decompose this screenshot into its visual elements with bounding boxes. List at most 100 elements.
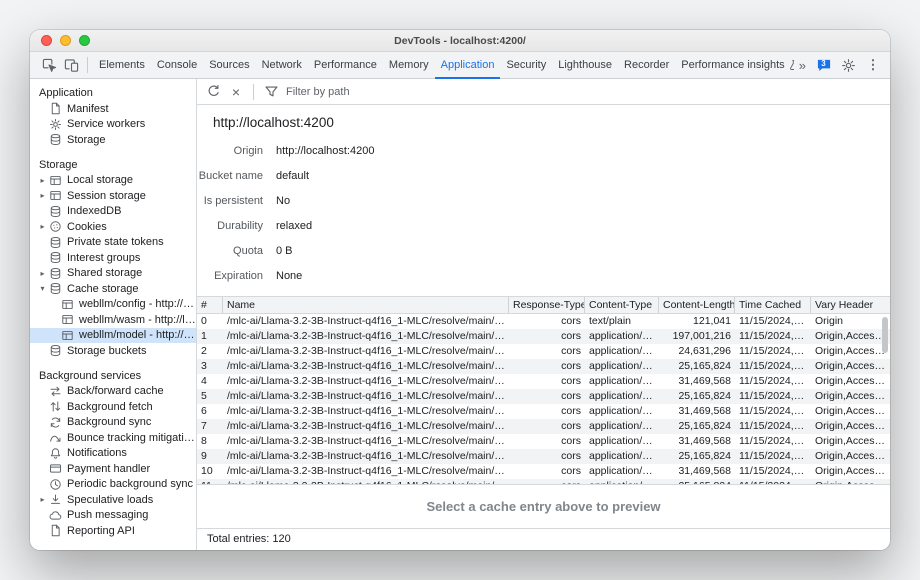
cache-entry-row[interactable]: 9/mlc-ai/Llama-3.2-3B-Instruct-q4f16_1-M… xyxy=(197,449,890,464)
tab-lighthouse[interactable]: Lighthouse xyxy=(552,52,618,79)
sidebar-item-periodic-background-sync[interactable]: Periodic background sync xyxy=(30,477,196,493)
chevron-right-icon[interactable]: ▸ xyxy=(37,495,48,504)
tab-security[interactable]: Security xyxy=(500,52,552,79)
cell-content-length: 24,631,296 xyxy=(659,344,735,359)
cell-vary-header: Origin xyxy=(811,314,890,329)
sidebar-item-speculative-loads[interactable]: ▸Speculative loads xyxy=(30,492,196,508)
sidebar-item-notifications[interactable]: Notifications xyxy=(30,446,196,462)
meta-label: Quota xyxy=(197,245,263,257)
cache-entry-row[interactable]: 7/mlc-ai/Llama-3.2-3B-Instruct-q4f16_1-M… xyxy=(197,419,890,434)
cache-entry-row[interactable]: 5/mlc-ai/Llama-3.2-3B-Instruct-q4f16_1-M… xyxy=(197,389,890,404)
cache-entry-row[interactable]: 6/mlc-ai/Llama-3.2-3B-Instruct-q4f16_1-M… xyxy=(197,404,890,419)
status-bar: Total entries: 120 xyxy=(197,528,890,550)
cell-content-type: application/oc… xyxy=(585,344,659,359)
sidebar-item-webllm-wasm[interactable]: webllm/wasm - http://loca… xyxy=(30,312,196,328)
cell-index: 6 xyxy=(197,404,223,419)
tab-elements[interactable]: Elements xyxy=(93,52,151,79)
column-header-name[interactable]: Name xyxy=(223,297,509,313)
sidebar-item-webllm-model[interactable]: webllm/model - http://loc… xyxy=(30,328,196,344)
issues-count-badge[interactable]: 3 xyxy=(816,58,832,73)
column-header-response-type[interactable]: Response-Type xyxy=(509,297,585,313)
cell-content-type: application/oc… xyxy=(585,449,659,464)
inspect-element-icon[interactable] xyxy=(38,54,60,76)
window-titlebar[interactable]: DevTools - localhost:4200/ xyxy=(30,30,890,52)
sidebar-item-webllm-config[interactable]: webllm/config - http://loc… xyxy=(30,297,196,313)
cell-index: 10 xyxy=(197,464,223,479)
cache-entry-row[interactable]: 8/mlc-ai/Llama-3.2-3B-Instruct-q4f16_1-M… xyxy=(197,434,890,449)
cache-entry-row[interactable]: 1/mlc-ai/Llama-3.2-3B-Instruct-q4f16_1-M… xyxy=(197,329,890,344)
sidebar-item-indexeddb[interactable]: IndexedDB xyxy=(30,204,196,220)
window-title: DevTools - localhost:4200/ xyxy=(30,30,890,52)
kebab-menu-icon[interactable]: ⋮ xyxy=(862,54,884,76)
cache-entry-row[interactable]: 11/mlc-ai/Llama-3.2-3B-Instruct-q4f16_1-… xyxy=(197,479,890,484)
sidebar-item-manifest[interactable]: Manifest xyxy=(30,101,196,117)
cache-entry-row[interactable]: 3/mlc-ai/Llama-3.2-3B-Instruct-q4f16_1-M… xyxy=(197,359,890,374)
sidebar-item-local-storage[interactable]: ▸Local storage xyxy=(30,173,196,189)
cell-name: /mlc-ai/Llama-3.2-3B-Instruct-q4f16_1-ML… xyxy=(223,479,509,484)
sidebar-item-background-sync[interactable]: Background sync xyxy=(30,415,196,431)
chevron-right-icon[interactable]: ▸ xyxy=(37,222,48,231)
refresh-button[interactable] xyxy=(202,81,224,103)
sidebar-item-private-state-tokens[interactable]: Private state tokens xyxy=(30,235,196,251)
cell-name: /mlc-ai/Llama-3.2-3B-Instruct-q4f16_1-ML… xyxy=(223,374,509,389)
tabbar-right-controls: » 3 ⋮ xyxy=(794,54,884,76)
inspect-cursor-icon xyxy=(42,58,57,73)
cache-entry-row[interactable]: 10/mlc-ai/Llama-3.2-3B-Instruct-q4f16_1-… xyxy=(197,464,890,479)
panel-tabs: ElementsConsoleSourcesNetworkPerformance… xyxy=(93,52,794,79)
chevron-down-icon[interactable]: ▾ xyxy=(37,284,48,293)
settings-gear-icon[interactable] xyxy=(837,54,859,76)
tab-recorder[interactable]: Recorder xyxy=(618,52,675,79)
filter-by-path-input[interactable] xyxy=(286,86,506,98)
cache-entry-row[interactable]: 2/mlc-ai/Llama-3.2-3B-Instruct-q4f16_1-M… xyxy=(197,344,890,359)
cell-time-cached: 11/15/2024, 10… xyxy=(735,449,811,464)
cell-content-type: application/oc… xyxy=(585,404,659,419)
chevron-right-icon[interactable]: ▸ xyxy=(37,269,48,278)
sidebar-item-push-messaging[interactable]: Push messaging xyxy=(30,508,196,524)
table-scrollbar-thumb[interactable] xyxy=(882,317,888,353)
cell-time-cached: 11/15/2024, 10… xyxy=(735,314,811,329)
column-header-time-cached[interactable]: Time Cached xyxy=(735,297,811,313)
refresh-icon xyxy=(206,84,221,99)
sidebar-item-reporting-api[interactable]: Reporting API xyxy=(30,523,196,539)
sidebar-item-session-storage[interactable]: ▸Session storage xyxy=(30,188,196,204)
tab-performance[interactable]: Performance xyxy=(308,52,383,79)
cell-content-type: application/oc… xyxy=(585,464,659,479)
cell-name: /mlc-ai/Llama-3.2-3B-Instruct-q4f16_1-ML… xyxy=(223,404,509,419)
cache-entry-row[interactable]: 4/mlc-ai/Llama-3.2-3B-Instruct-q4f16_1-M… xyxy=(197,374,890,389)
cache-entry-row[interactable]: 0/mlc-ai/Llama-3.2-3B-Instruct-q4f16_1-M… xyxy=(197,314,890,329)
sidebar-item-shared-storage[interactable]: ▸Shared storage xyxy=(30,266,196,282)
bounce-icon xyxy=(49,431,62,444)
cell-content-type: application/oc… xyxy=(585,389,659,404)
device-toolbar-icon[interactable] xyxy=(60,54,82,76)
sidebar-item-payment-handler[interactable]: Payment handler xyxy=(30,461,196,477)
table-header-row: #NameResponse-TypeContent-TypeContent-Le… xyxy=(197,297,890,314)
column-header-content-length[interactable]: Content-Length xyxy=(659,297,735,313)
sidebar-item-label: Notifications xyxy=(67,447,127,459)
toolbar-separator xyxy=(87,57,88,73)
sidebar-item-back-forward-cache[interactable]: Back/forward cache xyxy=(30,384,196,400)
tab-console[interactable]: Console xyxy=(151,52,203,79)
sidebar-item-storage[interactable]: Storage xyxy=(30,132,196,148)
sidebar-item-service-workers[interactable]: Service workers xyxy=(30,117,196,133)
tab-application[interactable]: Application xyxy=(435,52,501,79)
cell-name: /mlc-ai/Llama-3.2-3B-Instruct-q4f16_1-ML… xyxy=(223,389,509,404)
column-header-content-type[interactable]: Content-Type xyxy=(585,297,659,313)
sidebar-item-cache-storage[interactable]: ▾Cache storage xyxy=(30,281,196,297)
tab-network[interactable]: Network xyxy=(256,52,308,79)
chevron-right-icon[interactable]: ▸ xyxy=(37,191,48,200)
sidebar-item-interest-groups[interactable]: Interest groups xyxy=(30,250,196,266)
chevron-right-icon[interactable]: ▸ xyxy=(37,176,48,185)
sidebar-item-background-fetch[interactable]: Background fetch xyxy=(30,399,196,415)
column-header-vary-header[interactable]: Vary Header xyxy=(811,297,890,313)
delete-selected-button[interactable]: × xyxy=(225,81,247,103)
column-header-index[interactable]: # xyxy=(197,297,223,313)
sidebar-item-bounce-tracking-mitigations[interactable]: Bounce tracking mitigations xyxy=(30,430,196,446)
filter-button[interactable] xyxy=(260,81,282,103)
sidebar-item-storage-buckets[interactable]: Storage buckets xyxy=(30,343,196,359)
tab-memory[interactable]: Memory xyxy=(383,52,435,79)
tab-sources[interactable]: Sources xyxy=(203,52,255,79)
more-tabs-chevron-icon[interactable]: » xyxy=(794,58,811,73)
tab-performance-insights[interactable]: Performance insights xyxy=(675,52,793,79)
sidebar-item-cookies[interactable]: ▸ Cookies xyxy=(30,219,196,235)
sidebar-item-label: Cookies xyxy=(67,221,107,233)
